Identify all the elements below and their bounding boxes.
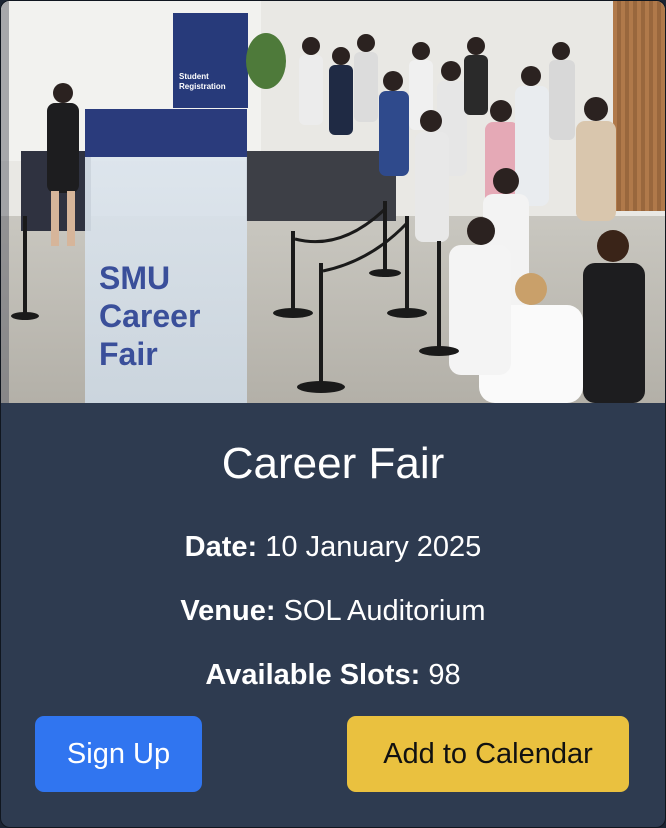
event-slots-row: Available Slots: 98 bbox=[1, 657, 665, 693]
event-slots-label: Available Slots: bbox=[205, 659, 421, 691]
banner-text-1: SMU bbox=[99, 260, 170, 296]
sign-up-button[interactable]: Sign Up bbox=[35, 716, 202, 792]
event-venue-label: Venue: bbox=[180, 595, 276, 627]
banner-text-2: Career bbox=[99, 298, 200, 334]
registration-sign-text-1: Student bbox=[179, 72, 209, 81]
event-date-row: Date: 10 January 2025 bbox=[1, 529, 665, 565]
banner-text-3: Fair bbox=[99, 336, 158, 372]
event-date-label: Date: bbox=[184, 531, 258, 563]
event-date-value: 10 January 2025 bbox=[265, 531, 482, 563]
event-info: Career Fair Date: 10 January 2025 Venue:… bbox=[1, 403, 665, 827]
registration-sign-text-2: Registration bbox=[179, 82, 226, 91]
event-card: Student Registration SMU Career Fair Car… bbox=[0, 0, 666, 828]
add-to-calendar-button[interactable]: Add to Calendar bbox=[347, 716, 629, 792]
event-slots-value: 98 bbox=[428, 659, 461, 691]
event-venue-value: SOL Auditorium bbox=[283, 595, 486, 627]
event-title: Career Fair bbox=[221, 439, 445, 488]
event-venue-row: Venue: SOL Auditorium bbox=[1, 593, 665, 629]
event-photo: Student Registration SMU Career Fair bbox=[1, 1, 665, 403]
